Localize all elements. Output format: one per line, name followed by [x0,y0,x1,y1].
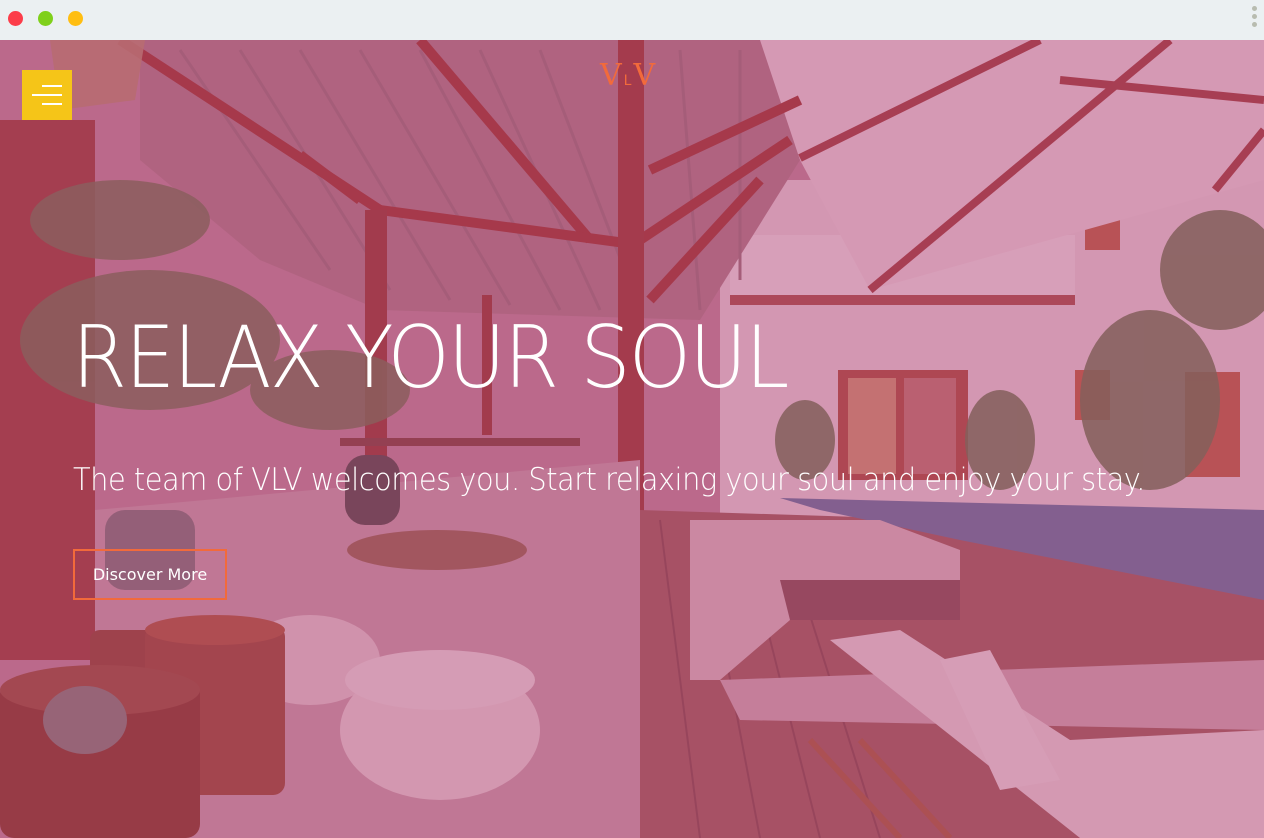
kebab-icon[interactable] [1252,6,1258,32]
minimize-window-icon[interactable] [38,11,53,26]
close-window-icon[interactable] [8,11,23,26]
hero-subheadline: The team of VLV welcomes you. Start rela… [73,462,1145,498]
hero-color-overlay [0,40,1264,838]
hamburger-menu-icon[interactable] [22,70,72,120]
hero-section: VLV RELAX YOUR SOUL The team of VLV welc… [0,40,1264,838]
site-logo[interactable]: VLV [600,58,662,94]
maximize-window-icon[interactable] [68,11,83,26]
discover-more-button[interactable]: Discover More [73,549,227,600]
browser-title-bar [0,0,1264,40]
hero-headline: RELAX YOUR SOUL [72,308,789,408]
